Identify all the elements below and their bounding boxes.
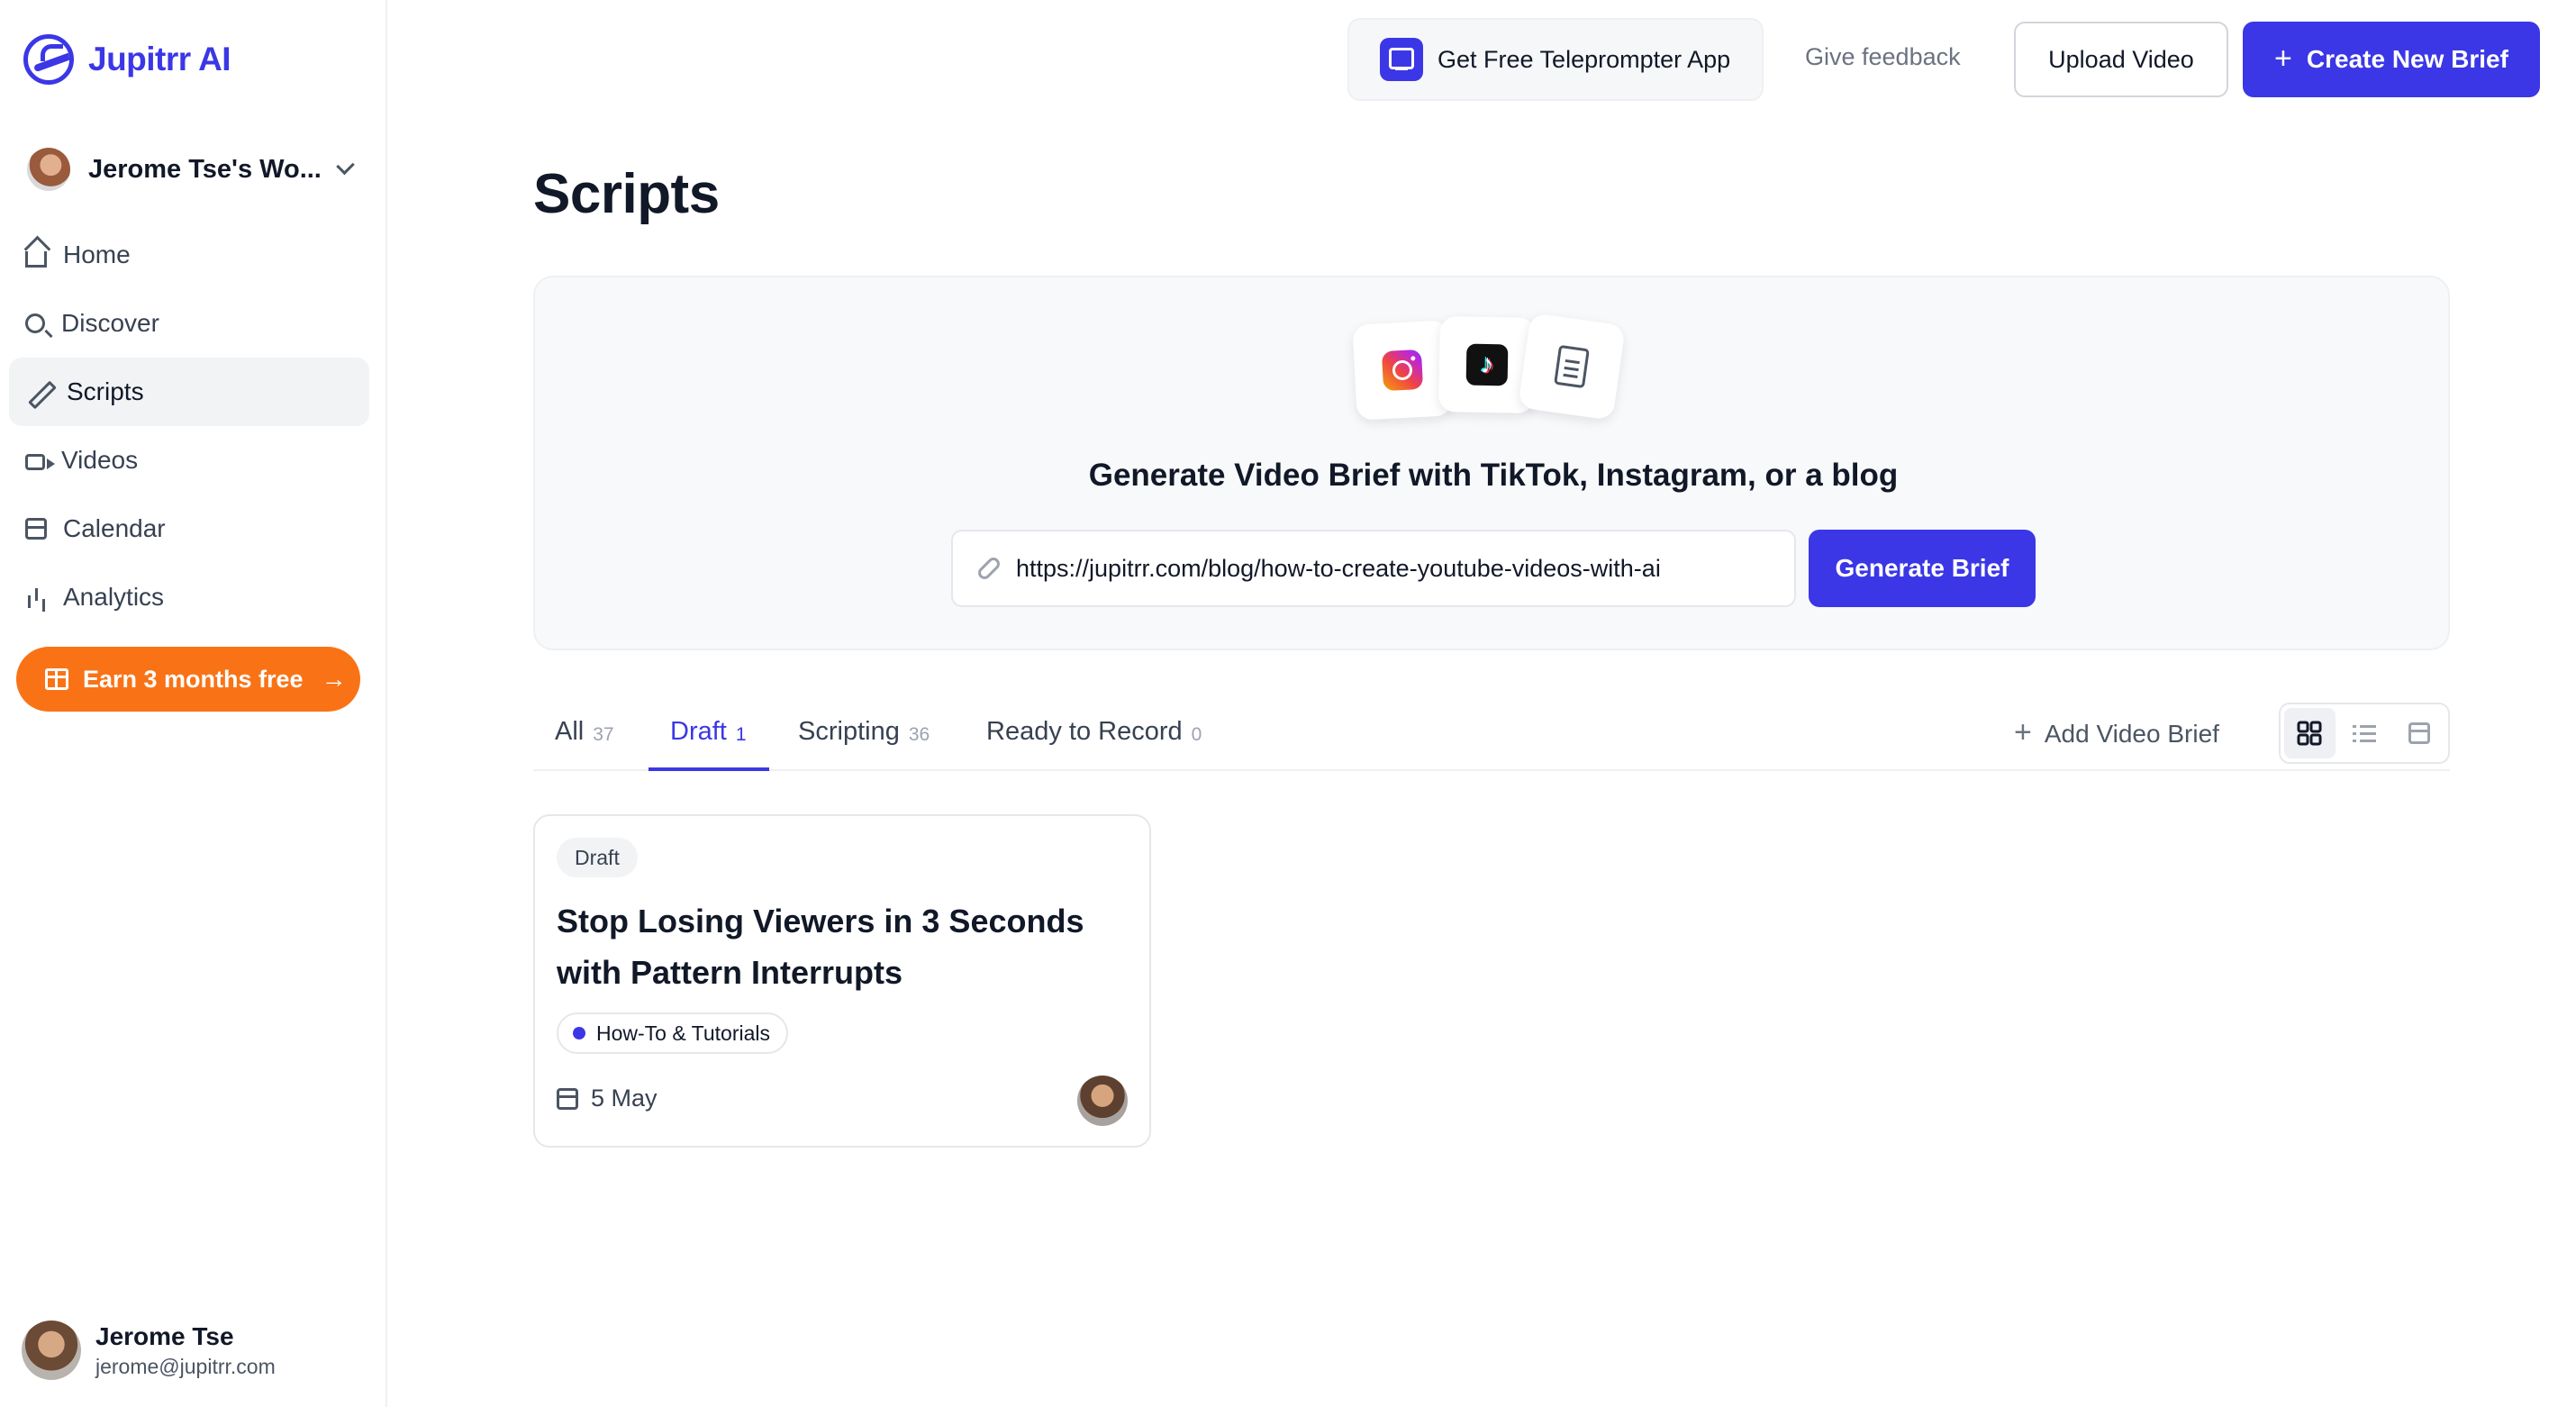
- tab-count: 36: [908, 724, 930, 745]
- tab-label: Ready to Record: [986, 717, 1183, 746]
- teleprompter-label: Get Free Teleprompter App: [1438, 45, 1731, 73]
- tab-label: Draft: [670, 717, 727, 746]
- teleprompter-app-button[interactable]: Get Free Teleprompter App: [1347, 18, 1764, 101]
- avatar: [1077, 1076, 1128, 1126]
- tab-count: 1: [735, 724, 747, 745]
- sidebar-item-home[interactable]: Home: [9, 221, 369, 289]
- bar-chart-icon: [25, 586, 47, 608]
- gift-icon: [45, 668, 68, 690]
- tab-label: All: [555, 717, 585, 746]
- instagram-icon: [1381, 349, 1424, 392]
- user-email: jerome@jupitrr.com: [95, 1354, 276, 1378]
- date-label: 5 May: [591, 1085, 658, 1112]
- sidebar-item-label: Analytics: [63, 583, 165, 611]
- link-icon: [975, 555, 1002, 582]
- sidebar-item-label: Home: [63, 241, 131, 268]
- logo[interactable]: Jupitrr AI: [23, 34, 231, 85]
- sidebar-item-analytics[interactable]: Analytics: [9, 563, 369, 631]
- brief-generator-card: ♪ Generate Video Brief with TikTok, Inst…: [533, 276, 2450, 650]
- status-badge: Draft: [557, 838, 638, 877]
- list-view-button[interactable]: [2339, 708, 2390, 758]
- plus-icon: +: [2014, 715, 2032, 749]
- script-card[interactable]: Draft Stop Losing Viewers in 3 Seconds w…: [533, 814, 1151, 1148]
- document-icon: [1554, 344, 1590, 389]
- sidebar: Jupitrr AI Jerome Tse's Wo... Home Disco…: [0, 0, 387, 1407]
- arrow-right-icon: →: [321, 665, 347, 693]
- url-input-value[interactable]: https://jupitrr.com/blog/how-to-create-y…: [1016, 555, 1661, 583]
- give-feedback-link[interactable]: Give feedback: [1805, 43, 1961, 71]
- tab-all[interactable]: All 37: [555, 704, 614, 771]
- grid-view-button[interactable]: [2284, 708, 2336, 758]
- grid-icon: [2297, 721, 2322, 746]
- plus-icon: +: [2274, 41, 2292, 76]
- teleprompter-icon: [1380, 38, 1423, 81]
- sidebar-item-label: Calendar: [63, 514, 166, 542]
- sidebar-item-videos[interactable]: Videos: [9, 426, 369, 495]
- page-title: Scripts: [533, 163, 720, 225]
- add-brief-label: Add Video Brief: [2044, 719, 2219, 748]
- category-tag: How-To & Tutorials: [557, 1012, 789, 1054]
- upload-video-button[interactable]: Upload Video: [2014, 22, 2228, 97]
- tab-count: 37: [593, 724, 614, 745]
- calendar-view-button[interactable]: [2393, 708, 2444, 758]
- category-label: How-To & Tutorials: [596, 1021, 771, 1045]
- sidebar-item-label: Scripts: [67, 377, 144, 405]
- pen-icon: [25, 379, 50, 404]
- create-label: Create New Brief: [2306, 45, 2508, 73]
- generate-label: Generate Brief: [1835, 554, 2009, 582]
- tab-scripting[interactable]: Scripting 36: [798, 704, 930, 771]
- add-video-brief-button[interactable]: + Add Video Brief: [2014, 715, 2219, 750]
- tiktok-icon: ♪: [1465, 343, 1509, 386]
- workspace-switcher[interactable]: Jerome Tse's Wo...: [27, 144, 360, 195]
- workspace-name: Jerome Tse's Wo...: [88, 154, 322, 184]
- earn-label: Earn 3 months free: [83, 665, 304, 693]
- sidebar-item-label: Discover: [61, 309, 159, 337]
- user-profile[interactable]: Jerome Tse jerome@jupitrr.com: [22, 1321, 276, 1380]
- tab-ready-to-record[interactable]: Ready to Record 0: [986, 704, 1202, 771]
- jupitrr-logo-icon: [23, 34, 74, 85]
- calendar-icon: [2408, 722, 2430, 744]
- home-icon: [25, 251, 47, 268]
- view-toggle: [2279, 703, 2450, 764]
- list-icon: [2353, 724, 2376, 742]
- script-title: Stop Losing Viewers in 3 Seconds with Pa…: [557, 903, 1084, 991]
- search-icon: [25, 313, 45, 333]
- tab-label: Scripting: [798, 717, 900, 746]
- url-input[interactable]: https://jupitrr.com/blog/how-to-create-y…: [951, 530, 1796, 607]
- sidebar-item-scripts[interactable]: Scripts: [9, 358, 369, 426]
- calendar-icon: [25, 518, 47, 540]
- user-name: Jerome Tse: [95, 1321, 234, 1350]
- upload-label: Upload Video: [2048, 45, 2194, 73]
- sidebar-item-discover[interactable]: Discover: [9, 289, 369, 358]
- video-icon: [25, 454, 45, 470]
- tab-draft[interactable]: Draft 1: [649, 704, 769, 771]
- chevron-down-icon: [336, 156, 355, 176]
- generator-heading: Generate Video Brief with TikTok, Instag…: [1088, 458, 1899, 493]
- calendar-icon: [557, 1087, 578, 1110]
- logo-text: Jupitrr AI: [88, 41, 231, 77]
- script-date: 5 May: [557, 1085, 658, 1112]
- generate-brief-button[interactable]: Generate Brief: [1809, 530, 2036, 607]
- avatar: [22, 1321, 81, 1380]
- category-dot-icon: [573, 1027, 585, 1039]
- instagram-tile: [1352, 320, 1453, 421]
- tab-count: 0: [1191, 724, 1202, 745]
- blog-tile: [1518, 313, 1626, 421]
- sidebar-item-calendar[interactable]: Calendar: [9, 495, 369, 563]
- sidebar-nav: Home Discover Scripts Videos Calendar An…: [9, 221, 369, 631]
- earn-free-months-button[interactable]: Earn 3 months free →: [16, 647, 360, 712]
- workspace-avatar: [27, 148, 70, 191]
- create-new-brief-button[interactable]: + Create New Brief: [2243, 22, 2540, 97]
- sidebar-item-label: Videos: [61, 446, 139, 474]
